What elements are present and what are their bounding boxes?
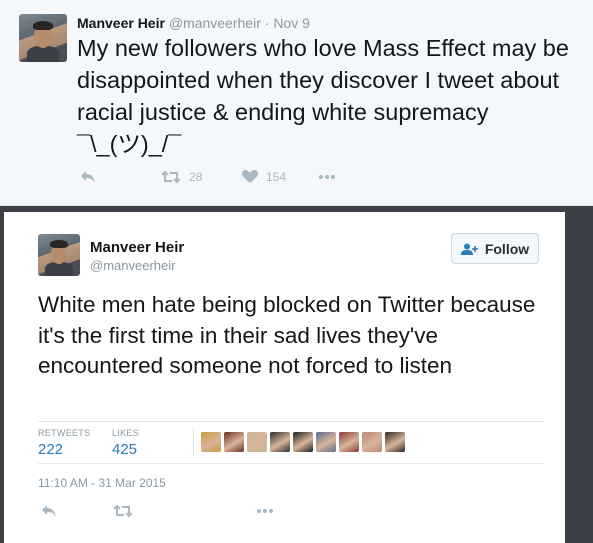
follow-button[interactable]: Follow [451, 233, 539, 264]
liker-avatar[interactable] [247, 432, 267, 452]
retweet-button[interactable]: 28 [161, 170, 202, 184]
more-icon [257, 509, 273, 513]
liker-avatar[interactable] [362, 432, 382, 452]
like-button[interactable]: 154 [242, 170, 286, 184]
like-count: 154 [266, 170, 287, 184]
avatar[interactable] [19, 14, 67, 62]
author-handle[interactable]: @manveerheir [169, 15, 261, 31]
tweet-card-1: Manveer Heir @manveerheir · Nov 9 My new… [0, 0, 593, 206]
avatar-shirt [27, 46, 59, 62]
stats-divider [193, 428, 194, 456]
reply-button[interactable] [80, 170, 96, 184]
retweet-button[interactable] [113, 504, 133, 518]
retweet-count: 28 [189, 170, 203, 184]
liker-avatar[interactable] [201, 432, 221, 452]
retweet-icon [161, 170, 181, 184]
retweets-count: 222 [38, 441, 64, 458]
reply-button[interactable] [41, 504, 57, 518]
likes-stat[interactable]: LIKES 425 [112, 428, 139, 458]
retweets-label: RETWEETS [38, 428, 91, 438]
liker-avatar[interactable] [224, 432, 244, 452]
follow-label: Follow [484, 240, 530, 257]
avatar[interactable] [38, 234, 80, 276]
tweet-text: My new followers who love Mass Effect ma… [77, 35, 569, 157]
liker-avatar[interactable] [339, 432, 359, 452]
retweets-stat[interactable]: RETWEETS 222 [38, 428, 90, 458]
liker-avatar[interactable] [316, 432, 336, 452]
liker-avatar[interactable] [385, 432, 405, 452]
liker-avatar[interactable] [270, 432, 290, 452]
avatar-shirt [45, 262, 73, 276]
add-user-icon [460, 243, 478, 255]
more-button[interactable] [318, 170, 336, 184]
likes-count: 425 [112, 441, 138, 458]
tweet-card-2: Manveer Heir @manveerheir Follow White m… [4, 212, 565, 543]
tweet-text: White men hate being blocked on Twitter … [38, 292, 536, 378]
liker-avatar[interactable] [293, 432, 313, 452]
avatar-hair [50, 240, 68, 248]
author-name[interactable]: Manveer Heir [77, 15, 165, 31]
tweet-actions: 28 154 [77, 170, 377, 190]
avatar-hair [33, 21, 53, 30]
more-icon [319, 175, 335, 179]
tweet-actions [38, 504, 338, 524]
tweet-date[interactable]: Nov 9 [273, 15, 310, 31]
author-name[interactable]: Manveer Heir [90, 239, 184, 256]
date-separator: · [264, 15, 270, 31]
tweet-stats: RETWEETS 222 LIKES 425 [38, 421, 544, 464]
liker-avatars [201, 432, 405, 452]
reply-icon [81, 171, 95, 183]
retweet-icon [113, 504, 133, 518]
likes-label: LIKES [112, 428, 140, 438]
more-button[interactable] [256, 504, 274, 518]
tweet-timestamp[interactable]: 11:10 AM - 31 Mar 2015 [38, 476, 166, 490]
reply-icon [42, 505, 56, 517]
author-handle[interactable]: @manveerheir [90, 258, 175, 273]
tweet-header: Manveer Heir @manveerheir · Nov 9 [77, 15, 310, 31]
heart-icon [242, 170, 258, 183]
